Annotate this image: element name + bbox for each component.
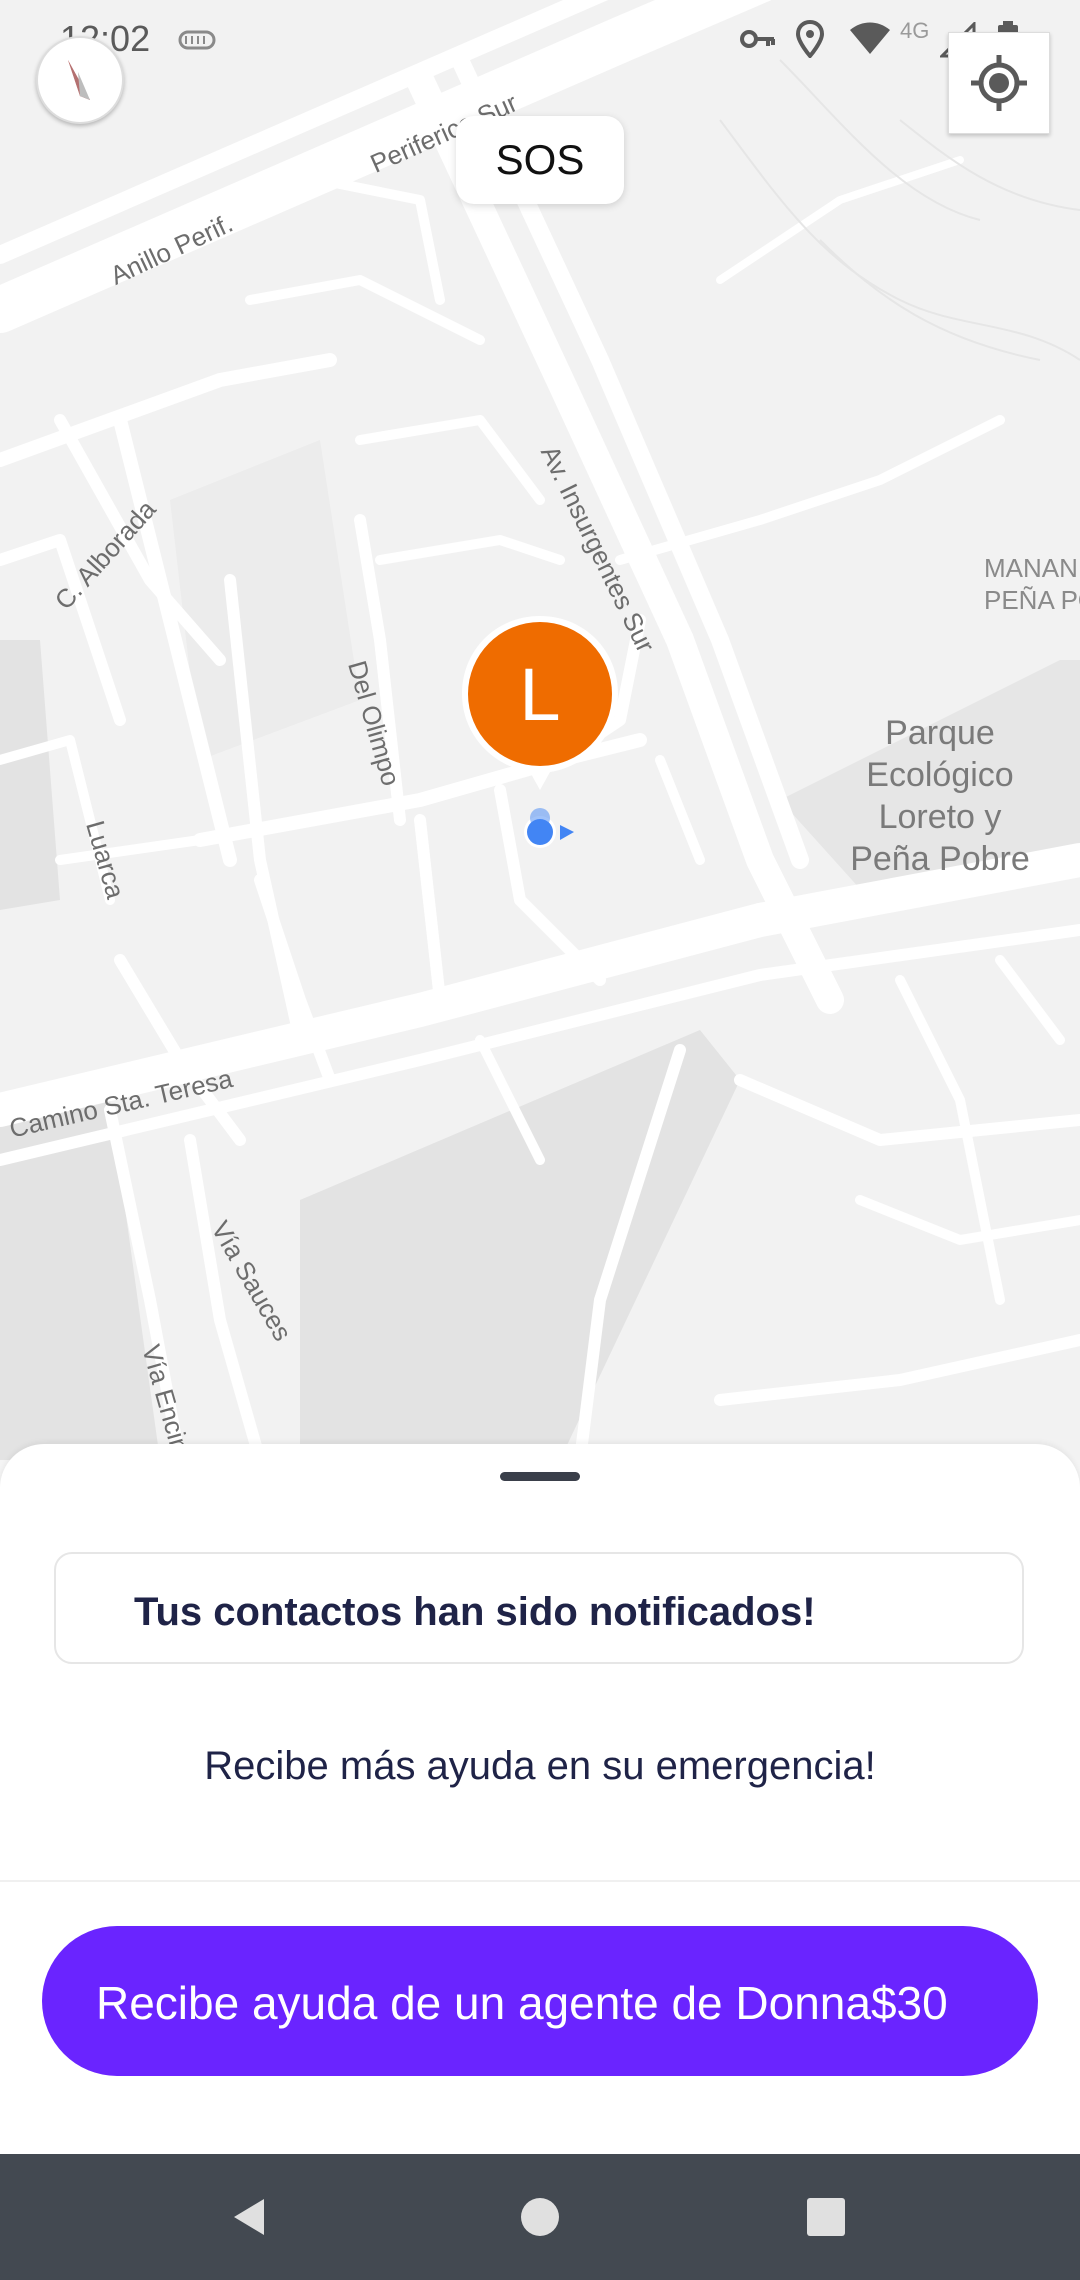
location-pin-icon	[796, 20, 824, 58]
status-bar: 12:02 4G	[0, 0, 1080, 80]
bottom-sheet: Tus contactos han sido notificados! Reci…	[0, 1444, 1080, 2154]
sos-button[interactable]: SOS	[456, 116, 624, 204]
notification-icon	[178, 30, 216, 50]
help-subtitle: Recibe más ayuda en su emergencia!	[204, 1744, 876, 1788]
home-icon	[521, 2198, 559, 2236]
sheet-drag-handle[interactable]	[500, 1472, 580, 1481]
compass-button[interactable]	[36, 36, 124, 124]
compass-icon	[68, 60, 90, 100]
poi-mananas-label: MANAN PEÑA PO	[984, 553, 1080, 615]
system-nav-bar	[0, 2154, 1080, 2280]
network-type: 4G	[900, 18, 930, 43]
user-location-dot	[524, 808, 574, 848]
wifi-icon	[850, 22, 890, 54]
get-agent-help-button[interactable]: Recibe ayuda de un agente de Donna$30	[42, 1926, 1038, 2076]
recents-icon	[807, 2198, 845, 2236]
recents-button[interactable]	[766, 2154, 886, 2280]
my-location-icon	[971, 55, 1027, 111]
divider	[0, 1880, 1080, 1882]
get-agent-help-label: Recibe ayuda de un agente de Donna$30	[96, 1977, 948, 2029]
marker-letter: L	[519, 652, 561, 736]
notification-text: Tus contactos han sido notificados!	[134, 1590, 816, 1634]
my-location-button[interactable]	[948, 32, 1050, 134]
vpn-key-icon	[740, 30, 775, 48]
home-button[interactable]	[480, 2154, 600, 2280]
back-button[interactable]	[190, 2154, 310, 2280]
back-icon	[234, 2199, 264, 2235]
notification-banner: Tus contactos han sido notificados!	[54, 1552, 1024, 1664]
poi-park-label: Parque Ecológico Loreto y Peña Pobre	[850, 714, 1030, 878]
map-view[interactable]: Periferico Sur Anillo Perif. Av. Insurge…	[0, 0, 1080, 1460]
contact-marker[interactable]: L	[458, 612, 622, 804]
